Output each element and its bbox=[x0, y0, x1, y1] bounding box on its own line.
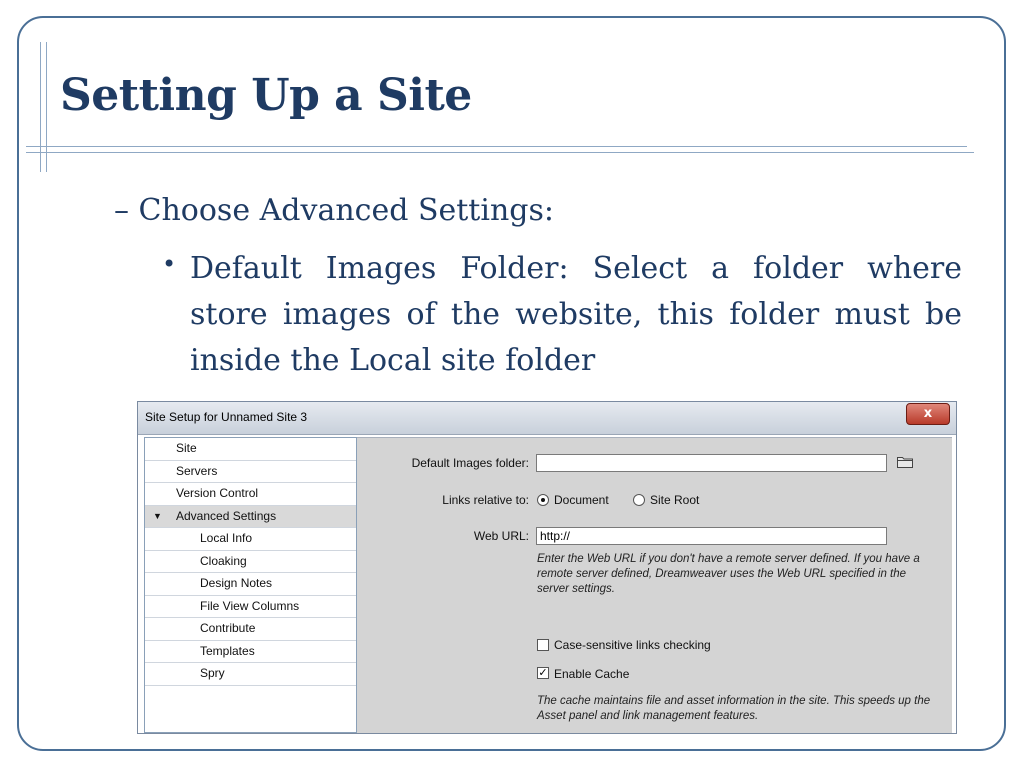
web-url-label: Web URL: bbox=[473, 529, 529, 543]
radio-document-label[interactable]: Document bbox=[554, 493, 609, 507]
web-url-hint: Enter the Web URL if you don't have a re… bbox=[537, 553, 920, 595]
nav-item-label: Local Info bbox=[200, 531, 253, 545]
case-sensitive-label[interactable]: Case-sensitive links checking bbox=[554, 638, 711, 652]
radio-site-root-label[interactable]: Site Root bbox=[650, 493, 699, 507]
radio-site-root[interactable] bbox=[633, 494, 645, 506]
nav-item-label: Cloaking bbox=[200, 553, 247, 568]
nav-item-site[interactable]: Site bbox=[145, 438, 356, 461]
nav-item-contribute[interactable]: Contribute bbox=[145, 618, 356, 641]
nav-item-servers[interactable]: Servers bbox=[145, 461, 356, 483]
decor-horizontal-line bbox=[26, 146, 967, 147]
nav-item-local-info[interactable]: Local Info bbox=[145, 528, 356, 551]
nav-item-label: Design Notes bbox=[200, 576, 273, 590]
checkmark-icon: ✓ bbox=[538, 666, 548, 679]
cache-hint: The cache maintains file and asset infor… bbox=[537, 695, 931, 722]
images-folder-label: Default Images folder: bbox=[411, 456, 529, 470]
nav-item-design-notes[interactable]: Design Notes bbox=[145, 573, 356, 596]
bullet-level-1: – Choose Advanced Settings: bbox=[114, 193, 554, 228]
decor-horizontal-line bbox=[26, 152, 974, 153]
nav-item-label: Templates bbox=[200, 643, 255, 658]
nav-item-label: Advanced Settings bbox=[176, 508, 277, 523]
nav-item-templates[interactable]: Templates bbox=[145, 641, 356, 663]
nav-item-label: Site bbox=[176, 441, 197, 455]
nav-item-cloaking[interactable]: Cloaking bbox=[145, 551, 356, 573]
nav-item-label: Spry bbox=[200, 666, 225, 680]
close-button[interactable]: x bbox=[906, 403, 950, 425]
radio-document[interactable] bbox=[537, 494, 549, 506]
enable-cache-checkbox[interactable]: ✓ bbox=[537, 667, 549, 679]
folder-icon[interactable] bbox=[897, 456, 913, 468]
nav-item-label: Version Control bbox=[176, 486, 259, 500]
nav-item-version-control[interactable]: Version Control bbox=[145, 483, 356, 506]
links-relative-label: Links relative to: bbox=[442, 493, 529, 507]
nav-item-label: Contribute bbox=[200, 621, 256, 635]
nav-item-label: Servers bbox=[176, 463, 218, 478]
dialog-title: Site Setup for Unnamed Site 3 bbox=[145, 410, 308, 424]
settings-panel: Default Images folder: Links relative to… bbox=[357, 437, 952, 733]
nav-item-label: File View Columns bbox=[200, 598, 300, 613]
triangle-down-icon[interactable]: ▼ bbox=[153, 506, 162, 527]
enable-cache-label[interactable]: Enable Cache bbox=[554, 667, 629, 681]
nav-item-file-view-columns[interactable]: File View Columns bbox=[145, 596, 356, 618]
close-icon: x bbox=[923, 406, 933, 421]
images-folder-input[interactable] bbox=[536, 454, 887, 472]
dialog-titlebar[interactable]: Site Setup for Unnamed Site 3 x bbox=[138, 402, 956, 435]
site-setup-dialog: Site Setup for Unnamed Site 3 x Site Ser… bbox=[137, 401, 957, 734]
category-nav: Site Servers Version Control ▼ Advanced S… bbox=[144, 437, 357, 733]
nav-item-spry[interactable]: Spry bbox=[145, 663, 356, 686]
slide-title: Setting Up a Site bbox=[60, 70, 472, 121]
bullet-level-2: Default Images Folder: Select a folder w… bbox=[190, 251, 962, 378]
nav-item-advanced-settings[interactable]: ▼ Advanced Settings bbox=[145, 505, 356, 528]
web-url-input[interactable] bbox=[536, 527, 887, 545]
bullet-marker: • bbox=[162, 250, 177, 278]
case-sensitive-checkbox[interactable] bbox=[537, 639, 549, 651]
